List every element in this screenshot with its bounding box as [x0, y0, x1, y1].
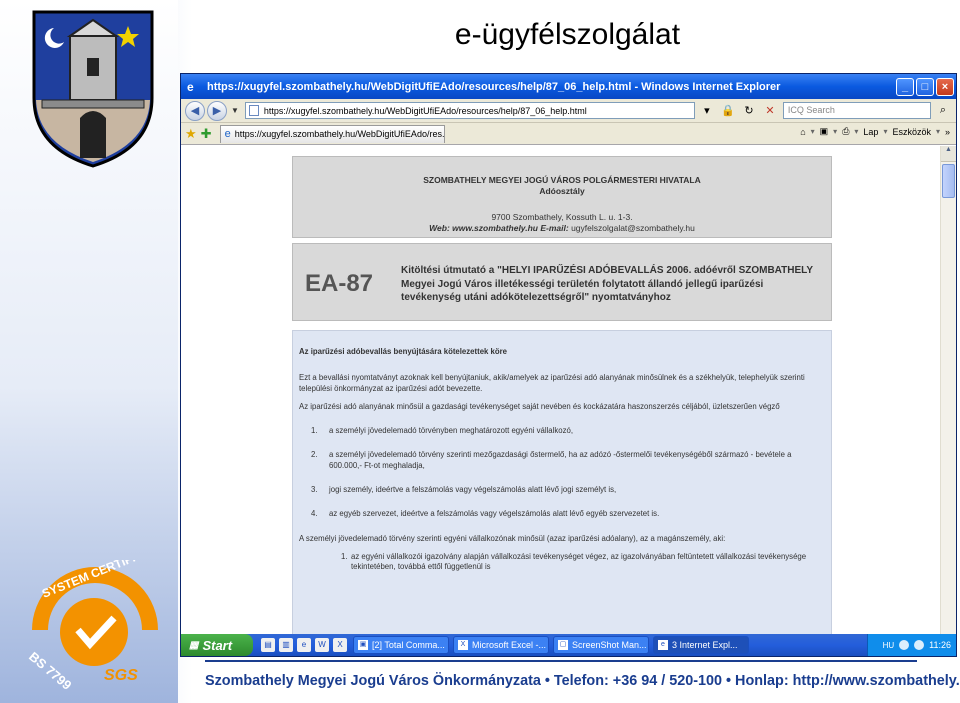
slide-footer: Szombathely Megyei Jogú Város Önkormányz…	[205, 673, 960, 689]
scroll-thumb[interactable]	[942, 164, 955, 198]
list-item: 2. a személyi jövedelemadó törvény szerin…	[311, 450, 792, 470]
search-icon[interactable]: ⌕	[934, 102, 952, 119]
paragraph-3: A személyi jövedelemadó törvény szerinti…	[299, 533, 726, 543]
quick-launch: ▤ ▥ e W X	[261, 638, 347, 652]
tray-icon[interactable]	[899, 640, 910, 650]
home-icon[interactable]: ⌂	[800, 127, 805, 137]
org-contact: Web: www.szombathely.hu E-mail: ugyfelsz…	[293, 223, 831, 233]
internet-explorer-icon: e	[658, 640, 668, 650]
clock: 11:26	[929, 640, 951, 650]
quick-launch-icon[interactable]: ▥	[279, 638, 293, 652]
command-bar: ⌂ ▾ ▣ ▾ ⎙ ▾ Lap ▾ Eszközök ▾ »	[800, 126, 950, 137]
taskbar-item[interactable]: X Microsoft Excel -...	[453, 636, 549, 654]
browser-window: e https://xugyfel.szombathely.hu/WebDigi…	[180, 73, 957, 657]
paragraph-1: Ezt a bevallási nyomtatványt azoknak kel…	[299, 373, 805, 393]
tab-bar: ★ ✚ e https://xugyfel.szombathely.hu/Web…	[181, 123, 956, 145]
window-title: https://xugyfel.szombathely.hu/WebDigitU…	[207, 80, 781, 93]
start-button[interactable]: ▦ Start	[181, 634, 253, 656]
coat-of-arms-icon	[32, 10, 154, 168]
page-menu[interactable]: Lap	[863, 127, 878, 137]
help-content: Az iparűzési adóbevallás benyújtására kö…	[292, 330, 832, 636]
org-name: SZOMBATHELY MEGYEI JOGÚ VÁROS POLGÁRMEST…	[423, 175, 701, 185]
list-item: 3. jogi személy, ideértve a felszámolás v…	[311, 485, 617, 495]
start-label: Start	[202, 637, 233, 653]
web-label: Web:	[429, 223, 450, 233]
cert-code-text: BS 7799	[26, 649, 74, 690]
windows-logo-icon: ▦	[189, 639, 199, 651]
cert-brand-text: SGS	[104, 667, 138, 684]
screenshot-icon: ▢	[558, 640, 568, 650]
more-icon[interactable]: »	[945, 127, 950, 137]
refresh-icon[interactable]: ↻	[740, 102, 758, 119]
taskbar-item[interactable]: e3 Internet Expl...	[653, 636, 749, 654]
favorites-star-icon[interactable]: ★	[185, 126, 197, 142]
section-heading: Az iparűzési adóbevallás benyújtására kö…	[299, 347, 508, 356]
paragraph-2: Az iparűzési adó alanyának minősül a gaz…	[299, 401, 780, 411]
form-title-box: EA-87 Kitöltési útmutató a "HELYI IPARŰZ…	[292, 243, 832, 321]
lock-icon[interactable]: 🔒	[719, 102, 737, 119]
tray-icon[interactable]	[914, 640, 925, 650]
browser-titlebar[interactable]: e https://xugyfel.szombathely.hu/WebDigi…	[181, 74, 956, 99]
email-label: E-mail:	[540, 223, 569, 233]
page-viewport: SZOMBATHELY MEGYEI JOGÚ VÁROS POLGÁRMEST…	[181, 146, 941, 636]
taskbar-item[interactable]: ▣ [2] Total Comma...	[353, 636, 449, 654]
quick-launch-icon[interactable]: e	[297, 638, 311, 652]
quick-launch-icon[interactable]: X	[333, 638, 347, 652]
tab-title: https://xugyfel.szombathely.hu/WebDigitU…	[234, 129, 445, 139]
footer-divider	[205, 660, 917, 662]
print-icon[interactable]: ⎙	[842, 126, 849, 137]
internet-explorer-icon: e	[187, 79, 194, 94]
history-dropdown-icon[interactable]: ▼	[231, 106, 239, 115]
form-code: EA-87	[305, 270, 374, 297]
quick-launch-icon[interactable]: W	[315, 638, 329, 652]
page-icon	[248, 105, 259, 116]
web-link[interactable]: www.szombathely.hu	[452, 223, 538, 233]
maximize-button[interactable]: □	[916, 77, 934, 96]
back-button[interactable]: ◀	[185, 100, 205, 121]
system-certification-icon: SYSTEM CERTIFICATION BS 7799 SGS	[26, 560, 170, 690]
search-input[interactable]: ICQ Search	[782, 102, 931, 119]
org-header: SZOMBATHELY MEGYEI JOGÚ VÁROS POLGÁRMEST…	[292, 156, 832, 238]
list-item: 1. a személyi jövedelemadó törvényben meg…	[311, 426, 574, 436]
scroll-up-icon[interactable]: ▲	[941, 146, 956, 162]
org-address: 9700 Szombathely, Kossuth L. u. 1-3.	[491, 212, 633, 222]
taskbar: ▦ Start ▤ ▥ e W X ▣ [2] Total Comma... XM…	[181, 634, 956, 656]
sub-list-item: 1. az egyéni vállalkozói igazolvány alapj…	[341, 551, 807, 572]
browser-tab[interactable]: e https://xugyfel.szombathely.hu/WebDigi…	[219, 124, 445, 143]
stop-icon[interactable]: ✕	[761, 102, 779, 119]
language-indicator[interactable]: HU	[883, 641, 895, 650]
email-link[interactable]: ugyfelszolgalat@szombathely.hu	[571, 223, 695, 233]
vertical-scrollbar[interactable]: ▲	[940, 146, 956, 636]
address-input[interactable]: https://xugyfel.szombathely.hu/WebDigitU…	[244, 102, 695, 119]
close-button[interactable]: ×	[936, 77, 954, 96]
add-favorite-icon[interactable]: ✚	[201, 126, 212, 142]
feeds-icon[interactable]: ▣	[820, 126, 829, 137]
slide-title: e-ügyfélszolgálat	[454, 18, 681, 51]
tab-ie-icon: e	[224, 128, 231, 140]
quick-launch-icon[interactable]: ▤	[261, 638, 275, 652]
address-value: https://xugyfel.szombathely.hu/WebDigitU…	[263, 105, 587, 116]
forward-button[interactable]: ▶	[207, 100, 227, 121]
org-department: Adóosztály	[539, 186, 585, 196]
tools-menu[interactable]: Eszközök	[892, 127, 931, 137]
form-description: Kitöltési útmutató a "HELYI IPARŰZÉSI AD…	[401, 265, 813, 303]
taskbar-item[interactable]: ▢ ScreenShot Man...	[553, 636, 649, 654]
system-tray: HU 11:26	[867, 634, 956, 656]
app-icon: ▣	[358, 640, 368, 650]
list-item: 4. az egyéb szervezet, ideértve a felszám…	[311, 509, 660, 519]
minimize-button[interactable]: _	[896, 77, 914, 96]
address-bar: ◀ ▶ ▼ https://xugyfel.szombathely.hu/Web…	[181, 99, 956, 123]
excel-icon: X	[458, 640, 468, 650]
address-dropdown-icon[interactable]: ▾	[698, 102, 716, 119]
